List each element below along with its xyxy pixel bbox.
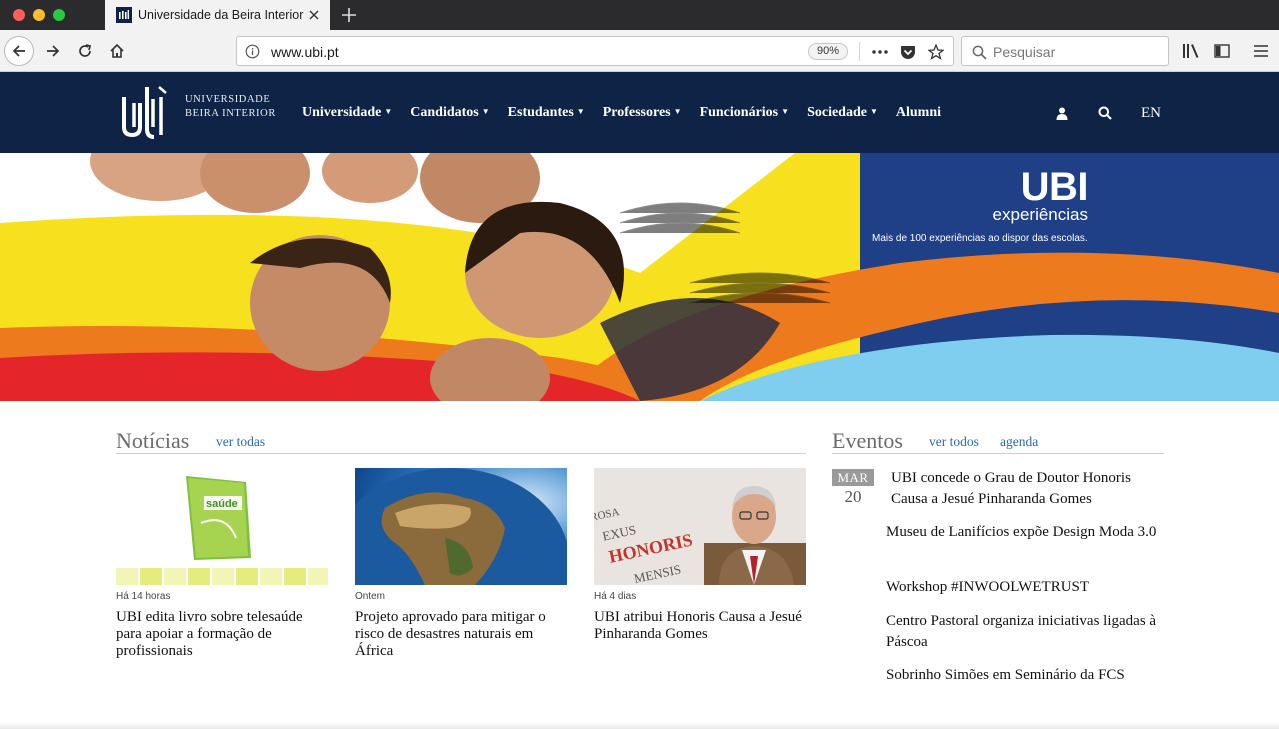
event-day: 20	[844, 487, 862, 506]
menu-item-universidade[interactable]: Universidade ▼	[302, 105, 392, 121]
forward-icon[interactable]	[38, 36, 68, 66]
news-card[interactable]: Ontem Projeto aprovado para mitigar o ri…	[355, 468, 567, 660]
news-thumbnail[interactable]: saúde	[116, 468, 328, 585]
menu-label: Candidatos	[410, 105, 479, 120]
caret-down-icon: ▼	[384, 107, 393, 116]
back-icon[interactable]	[4, 36, 34, 66]
events-see-all-link[interactable]: ver todos	[929, 434, 979, 450]
logo-line-2: BEIRA INTERIOR	[185, 108, 276, 119]
event-date-badge: MAR 20	[832, 469, 874, 508]
sidebar-toggle-icon[interactable]	[1211, 40, 1233, 62]
search-icon[interactable]	[1096, 104, 1114, 122]
events-section-header: Eventos ver todos agenda	[832, 428, 1164, 454]
tab-close-icon[interactable]	[306, 7, 322, 23]
news-title[interactable]: Projeto aprovado para mitigar o risco de…	[355, 609, 567, 660]
menu-label: Professores	[602, 105, 671, 120]
event-item[interactable]: Workshop #INWOOLWETRUST	[886, 577, 1164, 598]
news-thumbnail[interactable]: ROSA EXUS HONORIS MENSIS	[594, 468, 806, 585]
event-item[interactable]: Museu de Lanifícios expõe Design Moda 3.…	[886, 522, 1164, 543]
url-separator	[859, 42, 860, 61]
menu-hamburger-icon[interactable]	[1250, 40, 1272, 62]
site-info-icon[interactable]	[245, 44, 260, 59]
caret-down-icon: ▼	[576, 107, 585, 116]
new-tab-icon[interactable]	[338, 4, 360, 26]
logo-line-1: UNIVERSIDADE	[185, 94, 271, 105]
ubi-logo[interactable]: UNIVERSIDADE BEIRA INTERIOR	[120, 83, 285, 143]
menu-item-funcionarios[interactable]: Funcionários ▼	[700, 105, 790, 121]
caret-down-icon: ▼	[481, 107, 490, 116]
news-section-title: Notícias	[116, 428, 190, 453]
menu-item-professores[interactable]: Professores ▼	[603, 105, 682, 121]
menu-label: Alumni	[895, 105, 941, 120]
search-placeholder: Pesquisar	[993, 44, 1056, 60]
menu-label: Sociedade	[807, 105, 867, 120]
logo-text: UNIVERSIDADE BEIRA INTERIOR	[185, 93, 276, 121]
news-see-all-link[interactable]: ver todas	[216, 434, 265, 450]
caret-down-icon: ▼	[673, 107, 682, 116]
url-bar[interactable]: www.ubi.pt 90%	[236, 36, 954, 66]
event-item[interactable]: UBI concede o Grau de Doutor Honoris Cau…	[891, 468, 1164, 510]
hero-brand-subtitle: experiências	[992, 205, 1088, 224]
menu-item-estudantes[interactable]: Estudantes ▼	[508, 105, 585, 121]
site-header: UNIVERSIDADE BEIRA INTERIOR Universidade…	[0, 72, 1279, 153]
event-item[interactable]: Sobrinho Simões em Seminário da FCS	[886, 665, 1164, 686]
hero-banner[interactable]: UBI experiências Mais de 100 experiência…	[0, 153, 1279, 401]
news-thumbnail[interactable]	[355, 468, 567, 585]
reload-icon[interactable]	[70, 36, 100, 66]
events-section-title: Eventos	[832, 428, 903, 453]
news-title[interactable]: UBI edita livro sobre telesaúde para apo…	[116, 609, 328, 660]
language-switch[interactable]: EN	[1141, 105, 1161, 122]
menu-item-candidatos[interactable]: Candidatos ▼	[410, 105, 489, 121]
menu-item-alumni[interactable]: Alumni	[896, 105, 941, 121]
event-item[interactable]: Centro Pastoral organiza iniciativas lig…	[886, 611, 1164, 653]
ubi-logo-mark-icon	[122, 86, 167, 139]
tab-title: Universidade da Beira Interior	[138, 8, 304, 22]
news-card[interactable]: saúde Há 14 horas UBI edita livro sobre …	[116, 468, 328, 660]
browser-navbar: www.ubi.pt 90% Pesquisar	[0, 30, 1279, 72]
news-title[interactable]: UBI atribui Honoris Causa a Jesué Pinhar…	[594, 609, 806, 643]
pocket-icon[interactable]	[899, 43, 917, 61]
library-icon[interactable]	[1180, 40, 1202, 62]
events-agenda-link[interactable]: agenda	[1000, 434, 1038, 450]
zoom-level-badge[interactable]: 90%	[808, 43, 849, 60]
page-bottom-edge	[0, 722, 1279, 729]
browser-tab[interactable]: Universidade da Beira Interior	[105, 0, 330, 30]
news-time: Ontem	[355, 591, 386, 602]
browser-search-bar[interactable]: Pesquisar	[961, 36, 1169, 66]
news-card[interactable]: ROSA EXUS HONORIS MENSIS Há 4 dias UBI a…	[594, 468, 806, 643]
news-section-header: Notícias ver todas	[116, 428, 806, 454]
ubi-favicon-icon	[116, 7, 132, 23]
home-icon[interactable]	[102, 36, 132, 66]
caret-down-icon: ▼	[781, 107, 790, 116]
bookmark-star-icon[interactable]	[927, 43, 945, 61]
caret-down-icon: ▼	[869, 107, 878, 116]
event-month: MAR	[832, 469, 874, 486]
browser-titlebar: Universidade da Beira Interior	[0, 0, 1279, 30]
window-minimize-button[interactable]	[33, 9, 45, 21]
window-close-button[interactable]	[13, 9, 25, 21]
main-menu: Universidade ▼ Candidatos ▼ Estudantes ▼ Pr…	[302, 105, 959, 121]
hero-tagline: Mais de 100 experiências ao dispor das e…	[872, 233, 1088, 244]
menu-label: Funcionários	[699, 105, 779, 120]
user-icon[interactable]	[1053, 104, 1071, 122]
news-time: Há 14 horas	[116, 591, 171, 602]
menu-label: Estudantes	[507, 105, 574, 120]
hero-brand-title: UBI	[1020, 165, 1089, 209]
url-text: www.ubi.pt	[271, 44, 339, 60]
search-icon	[970, 43, 988, 61]
menu-label: Universidade	[302, 105, 382, 120]
hero-brand: UBI experiências	[992, 165, 1089, 225]
menu-item-sociedade[interactable]: Sociedade ▼	[807, 105, 878, 121]
news-time: Há 4 dias	[594, 591, 637, 602]
thumb-text: saúde	[206, 498, 238, 510]
page-actions-icon[interactable]	[871, 43, 889, 61]
window-maximize-button[interactable]	[53, 9, 65, 21]
